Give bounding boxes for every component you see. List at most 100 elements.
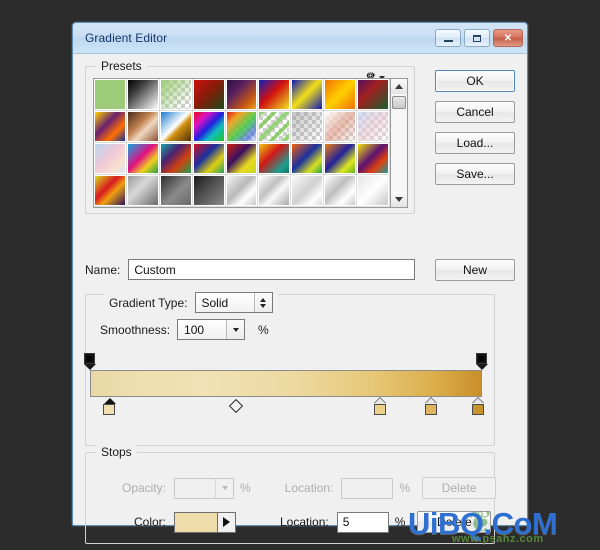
preset-swatch-green-stripes-transparent[interactable] xyxy=(258,111,292,143)
smoothness-select[interactable]: 100 xyxy=(177,319,246,340)
preset-swatch-yellow-red-violet[interactable] xyxy=(94,175,127,207)
preset-swatch-red-purple-yellow[interactable] xyxy=(225,143,259,175)
opacity-stop-start[interactable] xyxy=(83,353,97,370)
color-location-label: Location: xyxy=(280,515,329,529)
preset-swatch-silver-4[interactable] xyxy=(324,175,358,207)
preset-swatch-rainbow-transparent[interactable] xyxy=(225,111,259,143)
title-bar: Gradient Editor ✕ xyxy=(73,23,527,54)
close-icon[interactable]: ✕ xyxy=(493,29,523,47)
preset-swatch-green-solid[interactable] xyxy=(94,79,127,111)
preset-swatch-red-dark-green[interactable] xyxy=(192,79,226,111)
preset-swatch-silver-3[interactable] xyxy=(291,175,325,207)
load-button[interactable]: Load... xyxy=(435,132,515,154)
preset-swatch-black-gray-metal[interactable] xyxy=(192,175,226,207)
preset-swatch-silver-2[interactable] xyxy=(258,175,292,207)
preset-swatch-silver-1[interactable] xyxy=(225,175,259,207)
preset-swatch-black-white[interactable] xyxy=(126,79,160,111)
opacity-delete-button: Delete xyxy=(422,477,497,499)
color-stop-3[interactable] xyxy=(424,398,438,416)
gradient-type-spinner-icon[interactable] xyxy=(253,293,272,312)
scrollbar-track[interactable] xyxy=(391,94,407,192)
preset-swatch-purple-green[interactable] xyxy=(357,79,390,111)
preset-swatch-orange-yellow[interactable] xyxy=(324,79,358,111)
gradient-group: Gradient Type: Solid Smoothness: 100 % xyxy=(83,292,495,446)
swatch-fill xyxy=(160,112,191,141)
preset-swatch-silver-5[interactable] xyxy=(357,175,390,207)
preset-swatch-teal-purple-green[interactable] xyxy=(159,143,193,175)
preset-swatch-pastel-transparent[interactable] xyxy=(357,111,390,143)
opacity-stop-swatch xyxy=(475,353,487,364)
preset-swatch-dark-gray-metal[interactable] xyxy=(159,175,193,207)
ok-button[interactable]: OK xyxy=(435,70,515,92)
color-swatch-button[interactable] xyxy=(174,511,236,533)
color-location-input[interactable]: 5 xyxy=(336,511,389,533)
preset-swatch-grid[interactable] xyxy=(93,78,390,208)
opacity-location-percent-label: % xyxy=(399,481,411,495)
smoothness-row: Smoothness: 100 % xyxy=(100,319,269,340)
scroll-down-icon[interactable] xyxy=(391,192,407,207)
color-stop-2[interactable] xyxy=(373,398,387,416)
preset-swatch-yellow-red-teal[interactable] xyxy=(258,143,292,175)
swatch-gradient xyxy=(358,176,388,205)
swatch-fill xyxy=(193,112,224,141)
color-swatch[interactable] xyxy=(175,512,218,532)
smoothness-label: Smoothness: xyxy=(100,322,171,337)
preset-swatch-purple-orange[interactable] xyxy=(225,79,259,111)
swatch-gradient xyxy=(259,176,290,205)
save-button[interactable]: Save... xyxy=(435,163,515,185)
swatch-gradient xyxy=(160,144,191,173)
preset-swatch-green-transparent[interactable] xyxy=(159,79,193,111)
swatch-fill xyxy=(127,176,158,205)
swatch-fill xyxy=(95,112,125,141)
opacity-location-label: Location: xyxy=(284,481,334,495)
color-stop-1[interactable] xyxy=(103,398,116,416)
preset-swatch-blue-yellow[interactable] xyxy=(291,79,325,111)
name-input[interactable]: Custom xyxy=(128,259,415,280)
gradient-type-select[interactable]: Solid xyxy=(194,292,273,313)
smoothness-chevron-down-icon[interactable] xyxy=(226,320,245,339)
preset-swatch-blue-red-yellow[interactable] xyxy=(258,79,292,111)
swatch-fill xyxy=(325,112,356,141)
preset-swatch-gray-transparent[interactable] xyxy=(291,111,325,143)
swatch-gradient xyxy=(193,80,224,109)
color-location-percent-label: % xyxy=(394,515,406,529)
preset-swatch-orange-blue-green[interactable] xyxy=(291,143,325,175)
gradient-preview-bar[interactable] xyxy=(90,370,482,397)
swatch-fill xyxy=(292,144,323,173)
preset-swatch-yellow-violet-orange[interactable] xyxy=(94,111,127,143)
swatch-gradient xyxy=(226,80,257,109)
minimize-icon[interactable] xyxy=(435,29,461,47)
preset-swatch-blue-brown-white[interactable] xyxy=(159,111,193,143)
preset-swatch-pink-white-transparent[interactable] xyxy=(324,111,358,143)
color-picker-arrow-icon[interactable] xyxy=(218,512,235,532)
preset-swatch-orange-navy-lime[interactable] xyxy=(324,143,358,175)
scrollbar-thumb[interactable] xyxy=(392,96,406,109)
scroll-up-icon[interactable] xyxy=(391,79,407,94)
swatch-fill xyxy=(325,176,356,205)
preset-swatch-gray-metal-1[interactable] xyxy=(126,175,160,207)
swatch-gradient xyxy=(127,144,158,173)
preset-swatch-yellow-purple-teal[interactable] xyxy=(357,143,390,175)
preset-swatch-spectrum[interactable] xyxy=(192,111,226,143)
cancel-button[interactable]: Cancel xyxy=(435,101,515,123)
color-stop-pointer xyxy=(472,398,485,404)
preset-swatch-red-blue-yellow[interactable] xyxy=(192,143,226,175)
preset-swatch-copper[interactable] xyxy=(126,111,160,143)
swatch-gradient xyxy=(325,80,356,109)
swatch-fill xyxy=(358,144,388,173)
preset-swatch-pastel-pink-blue[interactable] xyxy=(94,143,127,175)
opacity-value xyxy=(175,479,215,498)
new-button[interactable]: New xyxy=(435,259,515,281)
presets-scrollbar[interactable] xyxy=(390,78,408,208)
opacity-stop-end[interactable] xyxy=(475,353,489,370)
gradient-midpoint-diamond[interactable] xyxy=(228,398,244,414)
opacity-stop-row: Opacity: % Location: % Delete xyxy=(104,477,497,499)
swatch-fill xyxy=(358,112,388,141)
swatch-fill xyxy=(160,176,191,205)
window-controls: ✕ xyxy=(435,29,523,47)
swatch-gradient xyxy=(259,112,290,141)
opacity-stop-pointer xyxy=(84,364,96,370)
maximize-icon[interactable] xyxy=(464,29,490,47)
preset-swatch-cyan-magenta-green[interactable] xyxy=(126,143,160,175)
color-stop-4[interactable] xyxy=(471,398,485,416)
